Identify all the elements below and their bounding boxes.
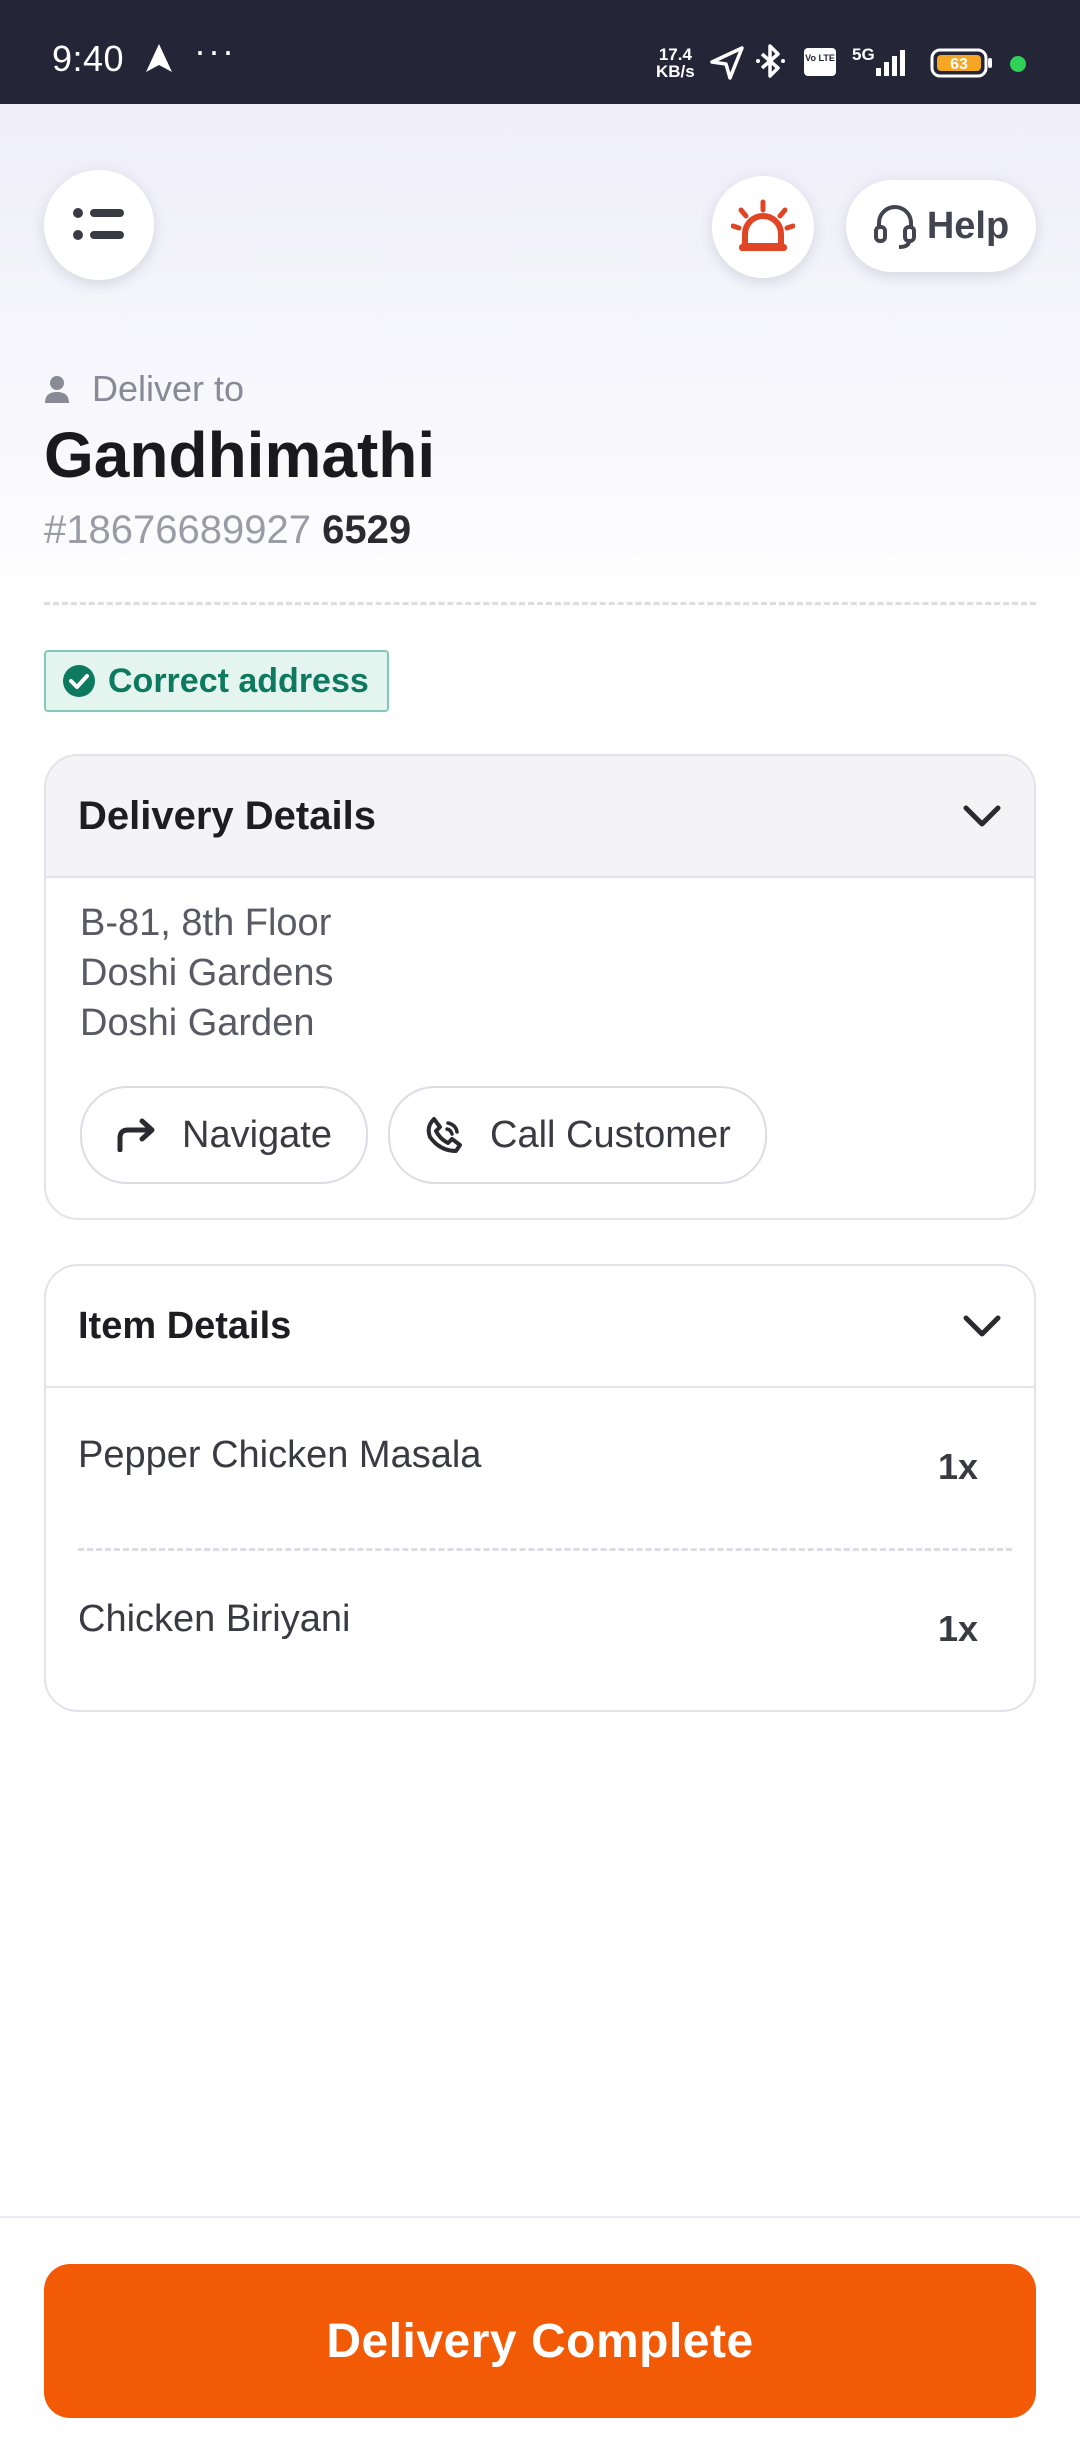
item-quantity: 1x: [937, 1608, 978, 1649]
active-dot-icon: [1010, 56, 1026, 72]
turn-right-arrow-icon: [117, 1118, 155, 1152]
item-details-card: Item Details Pepper Chicken Masala 1x Ch…: [44, 1264, 1036, 1712]
help-button[interactable]: Help: [846, 180, 1036, 272]
signal-icon: [876, 50, 905, 76]
delivery-details-header[interactable]: Delivery Details: [46, 756, 1034, 878]
correct-address-label: Correct address: [108, 661, 369, 700]
delivery-address: B-81, 8th Floor Doshi Gardens Doshi Gard…: [80, 898, 333, 1048]
more-icon: ···: [194, 30, 236, 71]
status-icons: Vo LTE 5G 63: [710, 44, 1026, 80]
check-circle-icon: [63, 665, 95, 697]
order-number: #18676689927: [44, 508, 311, 552]
net-speed: 17.4 KB/s: [656, 46, 695, 80]
customer-name: Gandhimathi: [44, 419, 436, 491]
net-speed-unit: KB/s: [656, 62, 695, 81]
delivery-complete-button[interactable]: Delivery Complete: [44, 2264, 1036, 2418]
address-line: Doshi Gardens: [80, 952, 334, 994]
status-time: 9:40: [52, 38, 125, 79]
volte-label: Vo LTE: [805, 53, 835, 63]
status-bar: 9:40 ··· 17.4 KB/s Vo LTE 5G 63: [0, 0, 1080, 104]
list-menu-icon: [73, 208, 124, 240]
net-speed-value: 17.4: [658, 45, 692, 64]
item-details-title: Item Details: [78, 1304, 292, 1347]
call-customer-button[interactable]: Call Customer: [388, 1086, 767, 1184]
headset-icon: [873, 205, 916, 249]
navigate-button[interactable]: Navigate: [80, 1086, 368, 1184]
divider: [44, 602, 1036, 605]
menu-button[interactable]: [44, 170, 154, 280]
network-label: 5G: [852, 45, 875, 64]
item-details-header[interactable]: Item Details: [46, 1266, 1034, 1388]
address-line: Doshi Garden: [80, 1002, 315, 1044]
address-line: B-81, 8th Floor: [80, 902, 332, 944]
chevron-down-icon: [963, 1315, 1001, 1337]
deliver-to-label: Deliver to: [92, 368, 245, 409]
list-item: Pepper Chicken Masala: [78, 1434, 1002, 1477]
order-pin: 6529: [322, 508, 412, 552]
bluetooth-icon: [756, 44, 785, 78]
item-divider: [78, 1548, 1012, 1551]
emergency-alert-button[interactable]: [712, 176, 814, 278]
navigate-label: Navigate: [182, 1113, 332, 1156]
person-icon: [45, 376, 69, 403]
navigation-arrow-icon: [144, 42, 174, 79]
phone-icon: [426, 1117, 462, 1153]
alarm-siren-icon: [731, 199, 795, 251]
battery-icon: 63: [930, 48, 992, 78]
list-item: Chicken Biriyani: [78, 1598, 1002, 1641]
deliver-to-row: Deliver to: [44, 368, 244, 410]
delivery-details-title: Delivery Details: [78, 793, 376, 838]
item-name: Chicken Biriyani: [78, 1598, 351, 1640]
order-id: #18676689927 6529: [44, 508, 411, 553]
item-quantity: 1x: [937, 1446, 978, 1487]
correct-address-badge: Correct address: [44, 650, 389, 712]
battery-level: 63: [950, 56, 968, 73]
chevron-down-icon: [963, 805, 1001, 827]
volte-icon: Vo LTE: [804, 48, 836, 76]
help-label: Help: [926, 204, 1010, 247]
call-customer-label: Call Customer: [490, 1113, 731, 1156]
item-name: Pepper Chicken Masala: [78, 1434, 482, 1476]
delivery-details-card: Delivery Details B-81, 8th Floor Doshi G…: [44, 754, 1036, 1220]
location-icon: [710, 46, 744, 80]
